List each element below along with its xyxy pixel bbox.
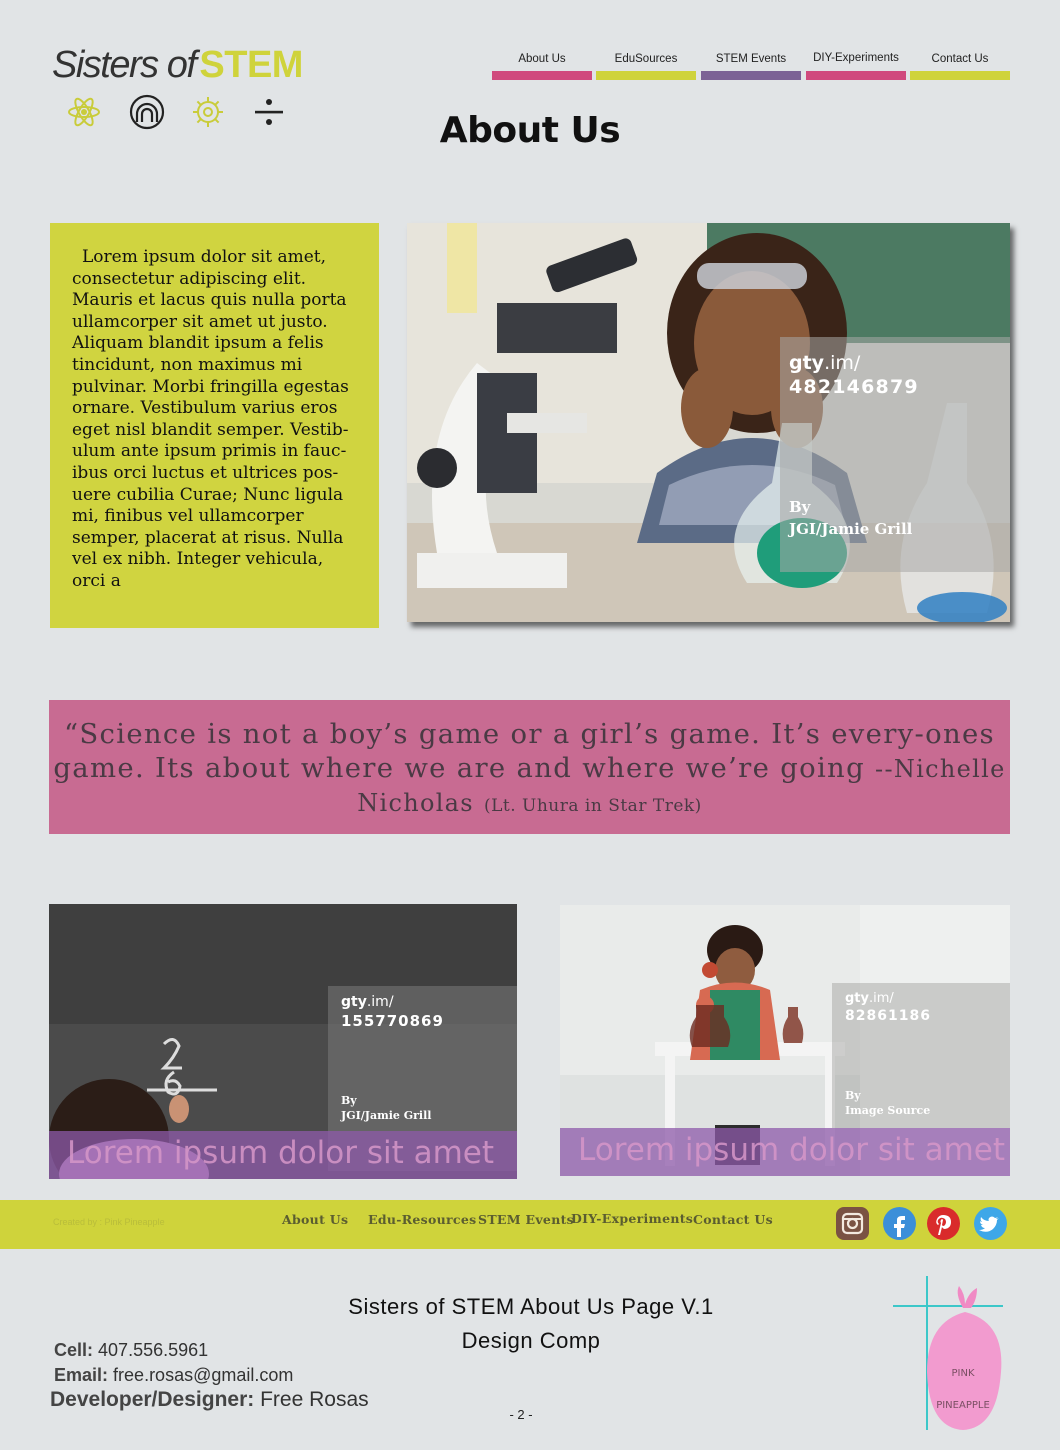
quote-text: “Science is not a boy’s game or a girl’s… <box>49 718 1010 824</box>
gty-suffix: .im/ <box>366 994 394 1010</box>
pink-pineapple-logo: PINK PINEAPPLE <box>893 1276 1005 1436</box>
photo-id: 482146879 <box>789 376 919 398</box>
twitter-icon[interactable] <box>974 1207 1007 1240</box>
nav-label: About Us <box>518 53 566 65</box>
logo-text-sisters-of: Sisters of <box>52 44 197 86</box>
photo-by-label: By <box>789 498 811 516</box>
facebook-icon[interactable] <box>883 1207 916 1240</box>
contact-email-value: free.rosas@gmail.com <box>113 1365 294 1385</box>
hero-photo: gty.im/ 482146879 By JGI/Jamie Grill <box>407 223 1010 622</box>
footer-created-by: Created by : Pink Pineapple <box>53 1217 165 1227</box>
contact-email-label: Email: <box>54 1365 109 1385</box>
nav-label: DIY-Experiments <box>813 52 899 64</box>
photo-by-label: By <box>845 1089 861 1102</box>
nav-underline <box>910 71 1010 80</box>
nav-label: STEM Events <box>715 53 787 65</box>
footer-link-stem-events[interactable]: STEM Events <box>478 1212 574 1227</box>
nav-diy-experiments[interactable]: DIY-Experiments <box>806 50 906 80</box>
pp-logo-line1: PINK <box>951 1368 974 1379</box>
nav-contact-us[interactable]: Contact Us <box>910 50 1010 80</box>
gty-brand: gty <box>341 994 367 1010</box>
lab-girl-illustration <box>407 223 1010 622</box>
nav-underline <box>701 71 801 80</box>
photo-author: JGI/Jamie Grill <box>789 520 913 538</box>
nav-label: EduSources <box>614 53 678 65</box>
gty-suffix: .im/ <box>824 352 861 374</box>
photo-credit: gty.im/ 482146879 By JGI/Jamie Grill <box>789 352 919 538</box>
top-navigation: About Us EduSources STEM Events DIY-Expe… <box>492 50 1010 80</box>
intro-paragraph: Lorem ipsum dolor sit amet, consectetur … <box>72 247 349 591</box>
gty-brand: gty <box>789 352 825 374</box>
lab-kid-photo: gty.im/ 82861186 By Image Source Lorem i… <box>560 905 1010 1176</box>
contact-cell-value: 407.556.5961 <box>98 1340 209 1360</box>
logo-text-stem: STEM <box>199 44 303 86</box>
footer-link-diy-experiments[interactable]: DIY-Experiments <box>571 1211 693 1226</box>
photo-caption: Lorem ipsum dolor sit amet <box>49 1131 517 1179</box>
pp-logo-line2: PINEAPPLE <box>936 1400 990 1411</box>
contact-email: Email: free.rosas@gmail.com <box>54 1365 293 1386</box>
nav-underline <box>492 71 592 80</box>
photo-credit: gty.im/ 155770869 By JGI/Jamie Grill <box>341 994 444 1122</box>
nav-label: Contact Us <box>931 53 989 65</box>
contact-cell-label: Cell: <box>54 1340 94 1360</box>
photo-credit: gty.im/ 82861186 By Image Source <box>845 991 931 1117</box>
gty-brand: gty <box>845 991 869 1006</box>
nav-stem-events[interactable]: STEM Events <box>701 50 801 80</box>
logo-wordmark: Sisters of STEM <box>52 46 322 84</box>
footer-link-edu-resources[interactable]: Edu-Resources <box>368 1212 476 1227</box>
contact-cell: Cell: 407.556.5961 <box>54 1340 208 1361</box>
photo-id: 82861186 <box>845 1008 931 1024</box>
quote-note: (Lt. Uhura in Star Trek) <box>483 796 702 816</box>
nav-underline <box>806 71 906 80</box>
photo-caption: Lorem ipsum dolor sit amet <box>560 1128 1010 1176</box>
intro-text-box: Lorem ipsum dolor sit amet, consectetur … <box>50 223 379 628</box>
photo-id: 155770869 <box>341 1012 444 1030</box>
page-number: - 2 - <box>509 1407 533 1422</box>
photo-author: Image Source <box>845 1104 931 1117</box>
quote-banner: “Science is not a boy’s game or a girl’s… <box>49 700 1010 834</box>
nav-underline <box>596 71 696 80</box>
nav-about-us[interactable]: About Us <box>492 50 592 80</box>
instagram-icon[interactable] <box>836 1207 869 1240</box>
chalkboard-photo: gty.im/ 155770869 By JGI/Jamie Grill Lor… <box>49 904 517 1179</box>
quote-body: “Science is not a boy’s game or a girl’s… <box>53 718 995 784</box>
gty-suffix: .im/ <box>869 991 894 1006</box>
pinterest-icon[interactable] <box>927 1207 960 1240</box>
footer-link-about-us[interactable]: About Us <box>282 1212 348 1227</box>
photo-by-label: By <box>341 1094 357 1107</box>
nav-edusources[interactable]: EduSources <box>596 50 696 80</box>
footer-link-contact-us[interactable]: Contact Us <box>693 1212 773 1227</box>
site-logo[interactable]: Sisters of STEM <box>52 46 322 130</box>
photo-author: JGI/Jamie Grill <box>341 1109 432 1122</box>
page-title: About Us <box>439 110 621 151</box>
